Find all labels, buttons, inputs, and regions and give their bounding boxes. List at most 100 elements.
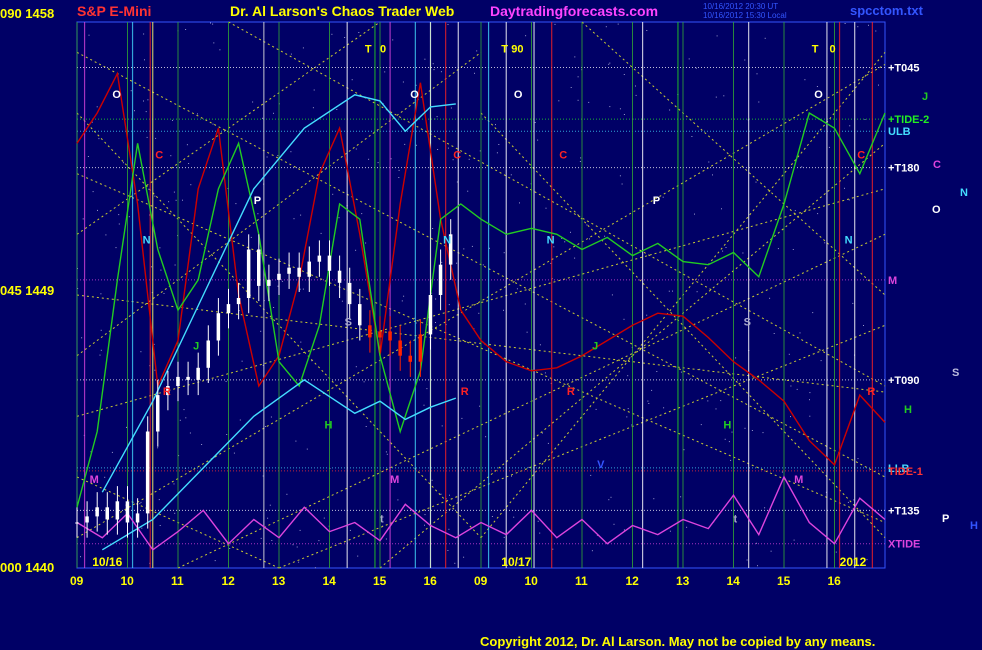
grid-dot: [570, 87, 572, 88]
grid-dot: [290, 53, 292, 55]
grid-dot: [300, 341, 302, 343]
grid-dot: [864, 119, 866, 120]
planet-marker: M: [390, 474, 399, 486]
grid-dot: [467, 190, 469, 192]
site-url[interactable]: Daytradingforecasts.com: [490, 3, 658, 19]
grid-dot: [547, 442, 549, 444]
level-label: ULB: [888, 126, 911, 138]
grid-dot: [88, 34, 90, 36]
grid-dot: [809, 392, 811, 394]
grid-dot: [809, 415, 811, 417]
grid-dot: [799, 332, 801, 334]
grid-dot: [751, 430, 753, 431]
grid-dot: [635, 85, 636, 87]
grid-dot: [80, 556, 81, 558]
grid-dot: [273, 112, 274, 114]
grid-dot: [627, 375, 629, 377]
grid-dot: [201, 444, 203, 445]
price-bar-body: [378, 331, 382, 338]
price-bar-body: [428, 295, 433, 335]
grid-dot: [357, 555, 359, 557]
grid-dot: [338, 217, 340, 219]
grid-dot: [609, 62, 611, 64]
grid-dot: [447, 147, 449, 149]
price-bar-body: [206, 340, 210, 368]
grid-dot: [696, 291, 698, 293]
grid-dot: [100, 293, 102, 295]
grid-dot: [574, 257, 576, 259]
planet-glyph: H: [970, 520, 978, 532]
price-bar-body: [277, 273, 281, 280]
grid-dot: [306, 448, 308, 450]
grid-dot: [781, 471, 783, 473]
grid-dot: [233, 452, 235, 454]
grid-dot: [450, 107, 452, 109]
grid-dot: [126, 426, 127, 428]
grid-dot: [552, 548, 554, 550]
grid-dot: [361, 213, 363, 215]
grid-dot: [87, 156, 89, 157]
grid-dot: [463, 248, 465, 250]
grid-dot: [140, 351, 142, 353]
price-label-middle: 045 1449: [0, 283, 55, 298]
chart: +T045+TIDE-2ULB+T180M+T090LLBTIDE-1+T135…: [70, 21, 978, 588]
planet-glyph: C: [933, 159, 941, 171]
grid-dot: [146, 136, 148, 138]
grid-dot: [159, 247, 161, 249]
grid-dot: [266, 156, 268, 158]
grid-dot: [580, 157, 582, 159]
grid-dot: [436, 116, 438, 118]
grid-dot: [179, 419, 181, 421]
grid-dot: [691, 136, 693, 137]
grid-dot: [456, 262, 458, 264]
grid-dot: [104, 476, 106, 478]
grid-dot: [496, 152, 498, 154]
grid-dot: [292, 544, 294, 546]
grid-dot: [656, 371, 658, 372]
grid-dot: [694, 213, 695, 215]
grid-dot: [115, 247, 117, 249]
grid-dot: [111, 451, 113, 453]
grid-dot: [229, 548, 231, 549]
grid-dot: [591, 379, 593, 381]
planet-marker: t: [734, 514, 738, 526]
grid-dot: [524, 303, 526, 305]
price-bar-body: [145, 431, 150, 514]
grid-dot: [756, 542, 757, 544]
grid-dot: [415, 144, 417, 146]
grid-dot: [857, 458, 859, 460]
grid-dot: [273, 307, 275, 308]
grid-dot: [355, 249, 357, 251]
price-bar-body: [438, 264, 443, 295]
grid-dot: [447, 24, 449, 25]
grid-dot: [528, 466, 530, 468]
grid-dot: [461, 417, 463, 419]
grid-dot: [344, 37, 346, 38]
price-bar-body: [337, 270, 342, 283]
grid-dot: [857, 26, 859, 28]
grid-dot: [816, 86, 818, 87]
x-tick-label: 13: [272, 574, 286, 588]
planet-marker: O: [112, 89, 121, 101]
grid-dot: [300, 214, 302, 216]
grid-dot: [424, 514, 426, 516]
grid-dot: [539, 344, 541, 346]
grid-dot: [281, 280, 283, 282]
grid-dot: [262, 117, 263, 119]
grid-dot: [680, 371, 682, 373]
grid-dot: [757, 565, 758, 567]
x-tick-label: 14: [727, 574, 741, 588]
instrument-title: S&P E-Mini: [77, 3, 152, 19]
price-bar-body: [105, 507, 109, 520]
grid-dot: [690, 378, 692, 380]
grid-dot: [627, 408, 629, 410]
grid-dot: [318, 540, 320, 542]
grid-dot: [476, 50, 478, 52]
grid-dot: [758, 101, 760, 103]
grid-dot: [398, 177, 400, 178]
data-file-name: spcctom.txt: [850, 3, 923, 18]
grid-dot: [626, 416, 628, 418]
planet-glyph: N: [960, 187, 968, 199]
grid-dot: [365, 426, 367, 427]
grid-dot: [351, 79, 353, 81]
